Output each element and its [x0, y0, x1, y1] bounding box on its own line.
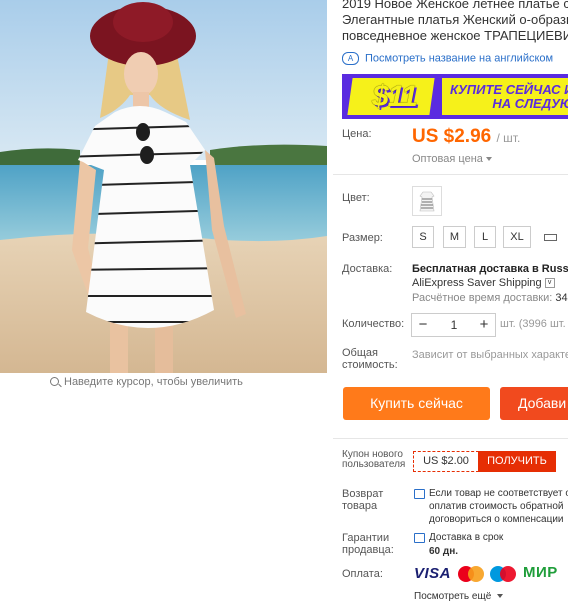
delivery-time-value: 34 д: [555, 292, 568, 304]
price-amount: US $2.96: [412, 126, 492, 147]
total-cost-note: Зависит от выбранных характери: [412, 349, 568, 361]
coupon-label-line-2: пользователя: [342, 459, 406, 470]
mir-logo: МИР: [523, 564, 558, 581]
delivery-time: Расчётное время доставки: 34 д: [412, 292, 568, 304]
shipping-method-text: AliExpress Saver Shipping: [412, 277, 542, 289]
total-cost-label: Общая стоимость:: [342, 347, 398, 371]
translate-title-link[interactable]: A Посмотреть название на английском: [342, 52, 553, 65]
coupon-value: US $2.00: [413, 451, 479, 472]
on-time-delivery-icon: [414, 533, 425, 543]
get-coupon-button[interactable]: ПОЛУЧИТЬ: [478, 451, 556, 472]
chevron-down-icon: [485, 157, 492, 162]
title-line-3: повседневное женское ТРАПЕЦИЕВИД: [342, 28, 568, 43]
size-option-m[interactable]: M: [443, 226, 466, 248]
shipping-destination[interactable]: Бесплатная доставка в Russian: [412, 263, 568, 275]
banner-text-line-1: КУПИТЕ СЕЙЧАС И: [450, 82, 568, 97]
returns-label-line-2: товара: [342, 500, 378, 512]
quantity-input[interactable]: 1: [434, 314, 474, 336]
seller-guarantee-label: Гарантии продавца:: [342, 532, 394, 556]
product-title: 2019 Новое Женское летнее платье с к Эле…: [342, 0, 568, 44]
buy-now-button[interactable]: Купить сейчас: [343, 387, 490, 420]
divider: [333, 438, 568, 439]
color-option-thumbnail[interactable]: [412, 186, 442, 216]
returns-label: Возврат товара: [342, 488, 383, 512]
wholesale-label: Оптовая цена: [412, 153, 483, 165]
price-value: US $2.96 / шт.: [412, 126, 520, 148]
price-label: Цена:: [342, 128, 372, 140]
wholesale-price-dropdown[interactable]: Оптовая цена: [412, 153, 492, 165]
guarantee-line-2: 60 дн.: [429, 546, 459, 557]
title-line-1: 2019 Новое Женское летнее платье с к: [342, 0, 568, 11]
divider: [333, 174, 568, 175]
size-option-s[interactable]: S: [412, 226, 434, 248]
total-label-line-2: стоимость:: [342, 359, 398, 371]
size-label: Размер:: [342, 232, 383, 244]
translate-icon: A: [342, 52, 359, 65]
mastercard-circle-yellow: [468, 566, 484, 582]
promo-banner[interactable]: $11 КУПИТЕ СЕЙЧАС И НА СЛЕДУЮ: [342, 74, 568, 119]
chevron-down-icon: [497, 594, 504, 599]
add-to-cart-button[interactable]: Добави: [500, 387, 568, 420]
ruler-icon: [544, 234, 557, 241]
title-line-2: Элегантные платья Женский о-образны: [342, 12, 568, 27]
delivery-time-label: Расчётное время доставки:: [412, 292, 553, 304]
banner-text: КУПИТЕ СЕЙЧАС И НА СЛЕДУЮ: [450, 83, 568, 111]
magnifier-icon: [50, 377, 59, 386]
mastercard-logo: [458, 566, 484, 582]
zoom-hint: Наведите курсор, чтобы увеличить: [50, 376, 243, 388]
guarantee-label-line-1: Гарантии: [342, 532, 390, 544]
returns-line-2: оплатив стоимость обратной: [429, 501, 564, 512]
maestro-circle-red: [500, 566, 516, 582]
guarantee-line-1: Доставка в срок: [429, 532, 504, 543]
size-option-xl[interactable]: XL: [503, 226, 531, 248]
quantity-increase-button[interactable]: +: [473, 314, 495, 336]
new-user-coupon-label: Купон нового пользователя: [342, 450, 405, 470]
size-option-l[interactable]: L: [474, 226, 496, 248]
returns-line-1: Если товар не соответствует о: [429, 488, 568, 499]
color-label: Цвет:: [342, 192, 370, 204]
product-image[interactable]: [0, 0, 327, 373]
total-label-line-1: Общая: [342, 347, 378, 359]
shipping-label: Доставка:: [342, 263, 393, 275]
payment-label: Оплата:: [342, 568, 383, 580]
returns-label-line-1: Возврат: [342, 488, 384, 500]
returns-line-3: договориться о компенсации: [429, 514, 564, 525]
chevron-down-icon: v: [544, 278, 555, 289]
visa-logo: VISA: [414, 565, 452, 582]
quantity-label: Количество:: [342, 318, 405, 330]
shipping-method-select[interactable]: AliExpress Saver Shipping v: [412, 277, 555, 289]
guarantee-label-line-2: продавца:: [342, 544, 394, 556]
see-more-text: Посмотреть ещё: [414, 591, 492, 602]
zoom-hint-text: Наведите курсор, чтобы увеличить: [64, 376, 243, 388]
price-unit: / шт.: [496, 131, 521, 145]
return-policy-icon: [414, 489, 425, 499]
translate-link-text: Посмотреть название на английском: [365, 52, 554, 65]
quantity-available: шт. (3996 шт. д: [500, 318, 568, 330]
see-more-payments-link[interactable]: Посмотреть ещё: [414, 591, 504, 602]
quantity-stepper: − 1 +: [411, 313, 496, 337]
seller-guarantee-text: Доставка в срок 60 дн.: [429, 531, 503, 559]
quantity-decrease-button[interactable]: −: [412, 314, 434, 336]
size-guide-link[interactable]: [544, 232, 560, 244]
banner-text-line-2: НА СЛЕДУЮ: [492, 96, 568, 111]
banner-price: $11: [372, 80, 418, 113]
maestro-logo: [490, 566, 516, 582]
returns-policy-text: Если товар не соответствует о оплатив ст…: [429, 487, 568, 526]
